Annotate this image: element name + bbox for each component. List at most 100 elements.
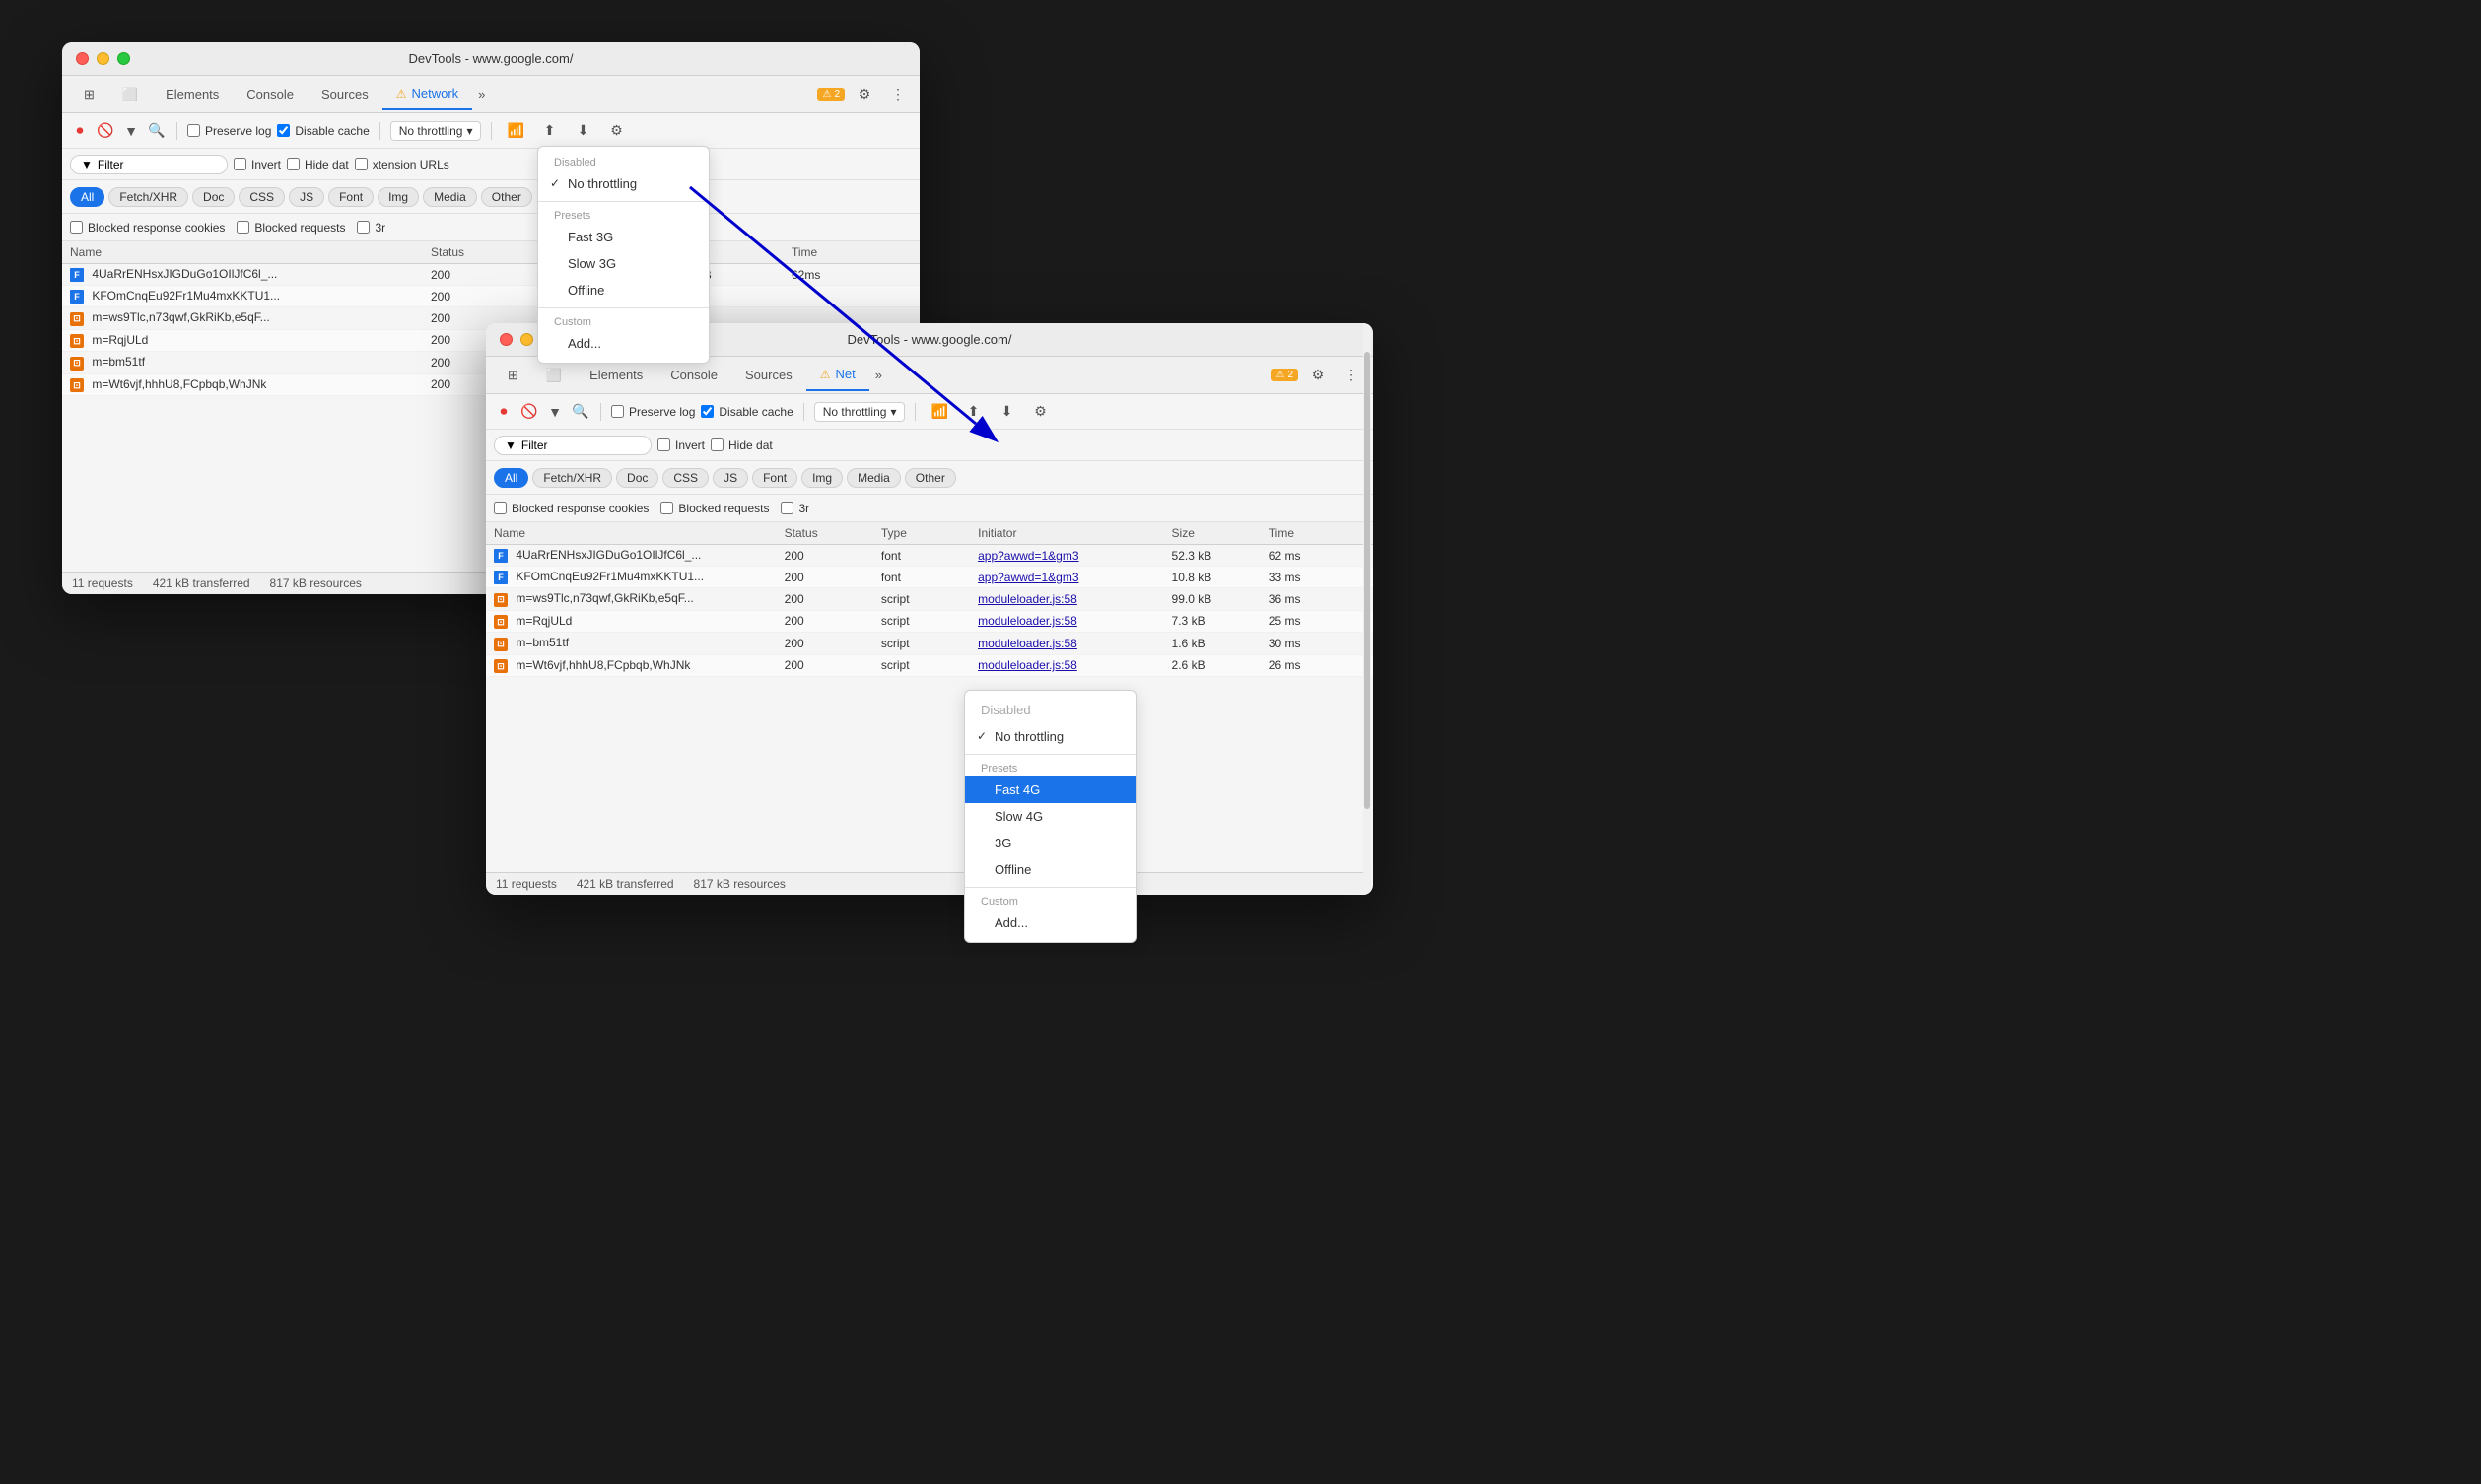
- third-party-label-2[interactable]: 3r: [781, 502, 809, 515]
- close-button-2[interactable]: [500, 333, 513, 346]
- filter-toggle-btn-2[interactable]: ▼: [545, 402, 565, 422]
- initiator-link[interactable]: app?awwd=1&gm3: [978, 549, 1078, 563]
- more-button-2[interactable]: ⋮: [1338, 362, 1365, 389]
- invert-label[interactable]: Invert: [234, 158, 281, 171]
- search-btn-2[interactable]: 🔍: [571, 402, 590, 422]
- chip2-font[interactable]: Font: [752, 468, 797, 488]
- chip-fetch-xhr[interactable]: Fetch/XHR: [108, 187, 188, 207]
- menu2-no-throttling[interactable]: No throttling: [965, 723, 1136, 750]
- initiator-link[interactable]: moduleloader.js:58: [978, 637, 1077, 650]
- initiator-link[interactable]: moduleloader.js:58: [978, 614, 1077, 628]
- preserve-log-checkbox[interactable]: [187, 124, 200, 137]
- throttle-dropdown-btn-1[interactable]: No throttling ▾: [390, 121, 482, 141]
- cell2-initiator[interactable]: moduleloader.js:58: [978, 637, 1171, 650]
- tab2-device[interactable]: ⬜: [532, 360, 576, 391]
- wifi-icon-2[interactable]: 📶: [926, 398, 953, 426]
- chip2-media[interactable]: Media: [847, 468, 901, 488]
- settings-button[interactable]: ⚙: [851, 81, 878, 108]
- invert-checkbox[interactable]: [234, 158, 246, 170]
- extension-urls-label[interactable]: xtension URLs: [355, 158, 449, 171]
- tab2-inspector[interactable]: ⊞: [494, 360, 532, 391]
- menu2-slow-4g[interactable]: Slow 4G: [965, 803, 1136, 830]
- table-row[interactable]: F KFOmCnqEu92Fr1Mu4mxKKTU1... 200 font a…: [486, 567, 1373, 588]
- initiator-link[interactable]: moduleloader.js:58: [978, 658, 1077, 672]
- more-tabs[interactable]: »: [472, 79, 491, 109]
- blocked-cookies-label-2[interactable]: Blocked response cookies: [494, 502, 649, 515]
- hide-data-label[interactable]: Hide dat: [287, 158, 349, 171]
- stop-recording-btn[interactable]: ⏺: [70, 121, 90, 141]
- network-settings-btn-2[interactable]: ⚙: [1026, 398, 1054, 426]
- cell2-initiator[interactable]: app?awwd=1&gm3: [978, 549, 1171, 563]
- tab-console[interactable]: Console: [233, 79, 308, 109]
- chip-other[interactable]: Other: [481, 187, 532, 207]
- chip2-img[interactable]: Img: [801, 468, 843, 488]
- menu2-add[interactable]: Add...: [965, 910, 1136, 936]
- cell2-initiator[interactable]: moduleloader.js:58: [978, 658, 1171, 672]
- filter-toggle-btn[interactable]: ▼: [121, 121, 141, 141]
- chip2-js[interactable]: JS: [713, 468, 748, 488]
- filter-input-2[interactable]: ▼ Filter: [494, 436, 652, 455]
- maximize-button[interactable]: [117, 52, 130, 65]
- network-settings-btn[interactable]: ⚙: [602, 117, 630, 145]
- disable-cache-checkbox[interactable]: [277, 124, 290, 137]
- tab-elements[interactable]: Elements: [152, 79, 233, 109]
- table-row[interactable]: ⊡ m=RqjULd 200 script moduleloader.js:58…: [486, 611, 1373, 634]
- table-row[interactable]: ⊡ m=Wt6vjf,hhhU8,FCpbqb,WhJNk 200 script…: [486, 655, 1373, 678]
- chip2-all[interactable]: All: [494, 468, 528, 488]
- chip-css[interactable]: CSS: [239, 187, 285, 207]
- hide-data-checkbox[interactable]: [287, 158, 300, 170]
- menu-no-throttling[interactable]: No throttling: [538, 170, 709, 197]
- table-row[interactable]: ⊡ m=ws9Tlc,n73qwf,GkRiKb,e5qF... 200 scr…: [486, 588, 1373, 611]
- download-icon-2[interactable]: ⬇: [993, 398, 1020, 426]
- chip-js[interactable]: JS: [289, 187, 324, 207]
- chip-img[interactable]: Img: [378, 187, 419, 207]
- cell2-initiator[interactable]: app?awwd=1&gm3: [978, 571, 1171, 584]
- invert-checkbox-2[interactable]: [657, 438, 670, 451]
- blocked-cookies-label[interactable]: Blocked response cookies: [70, 221, 225, 235]
- tab2-elements[interactable]: Elements: [576, 360, 656, 390]
- scrollbar-2[interactable]: [1363, 323, 1371, 895]
- preserve-log-label[interactable]: Preserve log: [187, 124, 271, 138]
- table-row[interactable]: F 4UaRrENHsxJIGDuGo1OIlJfC6l_... 200 fon…: [486, 545, 1373, 567]
- blocked-requests-label[interactable]: Blocked requests: [237, 221, 345, 235]
- preserve-log-checkbox-2[interactable]: [611, 405, 624, 418]
- chip2-doc[interactable]: Doc: [616, 468, 658, 488]
- settings-button-2[interactable]: ⚙: [1304, 362, 1332, 389]
- filter-input-1[interactable]: ▼ Filter: [70, 155, 228, 174]
- download-icon[interactable]: ⬇: [569, 117, 596, 145]
- table-row[interactable]: ⊡ m=bm51tf 200 script moduleloader.js:58…: [486, 633, 1373, 655]
- stop-recording-btn-2[interactable]: ⏺: [494, 402, 514, 422]
- blocked-requests-checkbox-2[interactable]: [660, 502, 673, 514]
- initiator-link[interactable]: moduleloader.js:58: [978, 592, 1077, 606]
- table-row[interactable]: F KFOmCnqEu92Fr1Mu4mxKKTU1... 200 font: [62, 286, 920, 307]
- disable-cache-label-2[interactable]: Disable cache: [701, 405, 793, 419]
- blocked-cookies-checkbox-2[interactable]: [494, 502, 507, 514]
- menu2-fast-4g[interactable]: Fast 4G: [965, 776, 1136, 803]
- third-party-checkbox-2[interactable]: [781, 502, 793, 514]
- blocked-requests-label-2[interactable]: Blocked requests: [660, 502, 769, 515]
- minimize-button[interactable]: [97, 52, 109, 65]
- tab-network[interactable]: ⚠ Network: [382, 78, 472, 110]
- menu2-offline[interactable]: Offline: [965, 856, 1136, 883]
- tab-device[interactable]: ⬜: [108, 79, 152, 110]
- close-button[interactable]: [76, 52, 89, 65]
- hide-data-checkbox-2[interactable]: [711, 438, 724, 451]
- cell2-initiator[interactable]: moduleloader.js:58: [978, 614, 1171, 628]
- chip-all[interactable]: All: [70, 187, 104, 207]
- wifi-icon[interactable]: 📶: [502, 117, 529, 145]
- initiator-link[interactable]: app?awwd=1&gm3: [978, 571, 1078, 584]
- disable-cache-checkbox-2[interactable]: [701, 405, 714, 418]
- blocked-requests-checkbox[interactable]: [237, 221, 249, 234]
- clear-btn-2[interactable]: 🚫: [519, 402, 539, 422]
- extension-urls-checkbox[interactable]: [355, 158, 368, 170]
- chip2-other[interactable]: Other: [905, 468, 956, 488]
- menu2-3g[interactable]: 3G: [965, 830, 1136, 856]
- chip-doc[interactable]: Doc: [192, 187, 235, 207]
- hide-data-label-2[interactable]: Hide dat: [711, 438, 773, 452]
- cell2-initiator[interactable]: moduleloader.js:58: [978, 592, 1171, 606]
- tab2-console[interactable]: Console: [656, 360, 731, 390]
- chip-font[interactable]: Font: [328, 187, 374, 207]
- tab2-sources[interactable]: Sources: [731, 360, 806, 390]
- menu-slow-3g[interactable]: Slow 3G: [538, 250, 709, 277]
- scrollbar-thumb-2[interactable]: [1364, 352, 1370, 809]
